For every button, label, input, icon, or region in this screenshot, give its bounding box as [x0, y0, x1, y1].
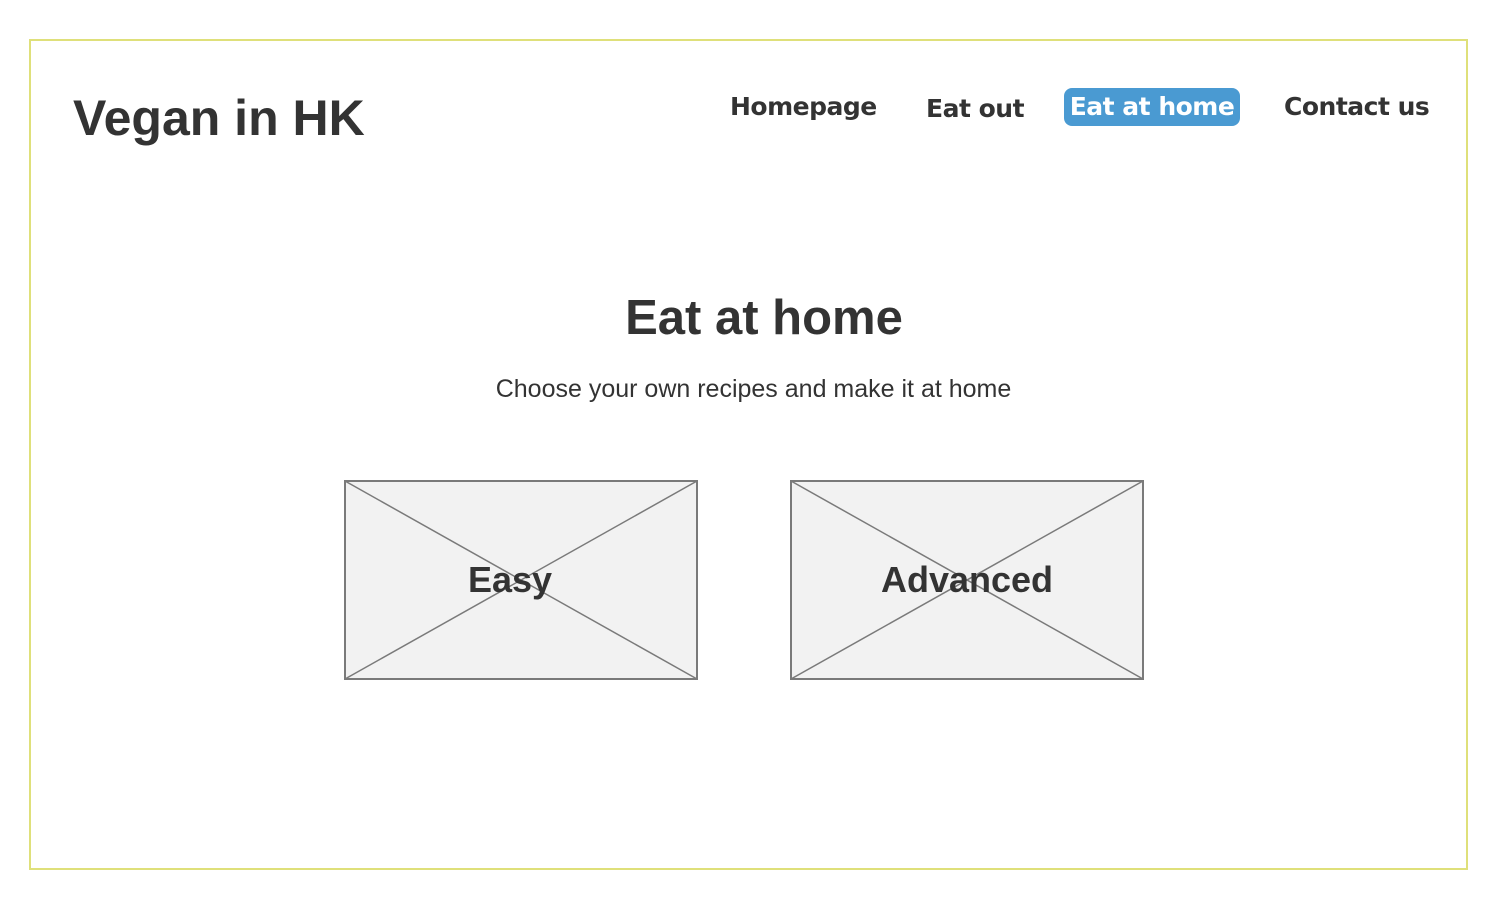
- page-heading: Eat at home: [625, 291, 903, 345]
- page-frame: [29, 39, 1468, 870]
- site-title[interactable]: Vegan in HK: [73, 88, 365, 148]
- nav-item-homepage[interactable]: Homepage: [730, 88, 877, 126]
- card-label-advanced: Advanced: [880, 559, 1054, 600]
- page-subtitle: Choose your own recipes and make it at h…: [495, 375, 1012, 403]
- nav-item-contact-us[interactable]: Contact us: [1284, 88, 1430, 126]
- recipe-card-advanced[interactable]: Advanced: [790, 480, 1144, 680]
- nav-item-eat-out[interactable]: Eat out: [926, 90, 1025, 128]
- card-label-easy: Easy: [467, 559, 553, 600]
- recipe-card-easy[interactable]: Easy: [344, 480, 698, 680]
- nav-item-eat-at-home[interactable]: Eat at home: [1064, 88, 1240, 126]
